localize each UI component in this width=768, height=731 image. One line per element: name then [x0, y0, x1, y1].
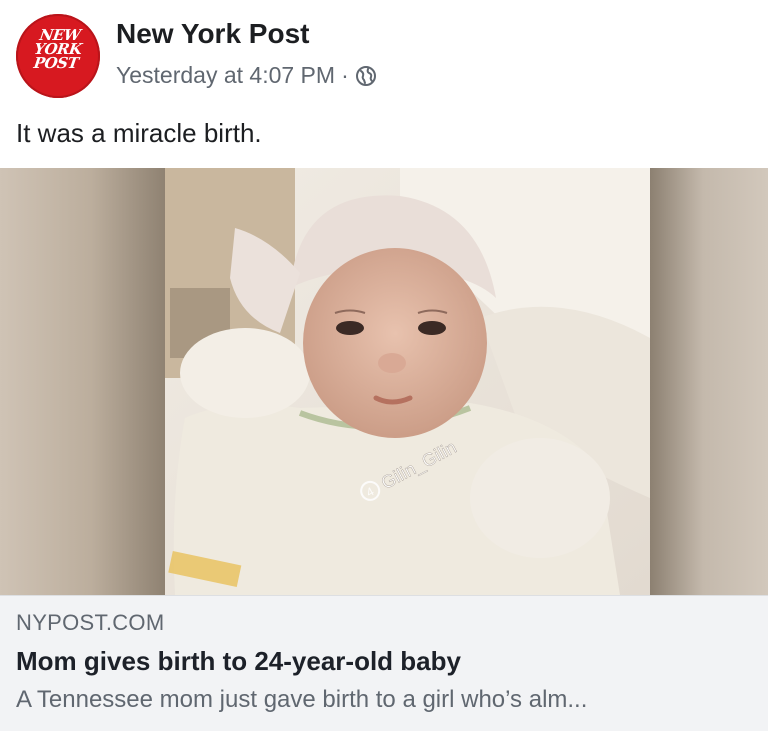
post-timestamp[interactable]: Yesterday at 4:07 PM [116, 62, 335, 89]
post-caption: It was a miracle birth. [16, 118, 262, 148]
facebook-post: NEW YORK POST New York Post Yesterday at… [0, 0, 768, 731]
logo-line-3: POST [32, 54, 80, 72]
link-domain: NYPOST.COM [16, 610, 165, 635]
meta-separator: · [341, 62, 349, 88]
post-meta: Yesterday at 4:07 PM · [116, 62, 377, 89]
link-preview-card[interactable]: NYPOST.COM Mom gives birth to 24-year-ol… [0, 595, 768, 731]
post-photo[interactable]: 4 Gilin_Gilin [0, 168, 768, 595]
link-title[interactable]: Mom gives birth to 24-year-old baby [16, 646, 461, 677]
logo-wordmark: NEW YORK POST [16, 26, 100, 72]
post-header: NEW YORK POST New York Post Yesterday at… [0, 0, 768, 100]
page-name-link[interactable]: New York Post [116, 18, 309, 50]
link-description: A Tennessee mom just gave birth to a gir… [16, 686, 588, 713]
page-avatar[interactable]: NEW YORK POST [16, 14, 100, 98]
baby-photo: 4 Gilin_Gilin [0, 168, 768, 595]
globe-icon[interactable] [355, 65, 377, 87]
